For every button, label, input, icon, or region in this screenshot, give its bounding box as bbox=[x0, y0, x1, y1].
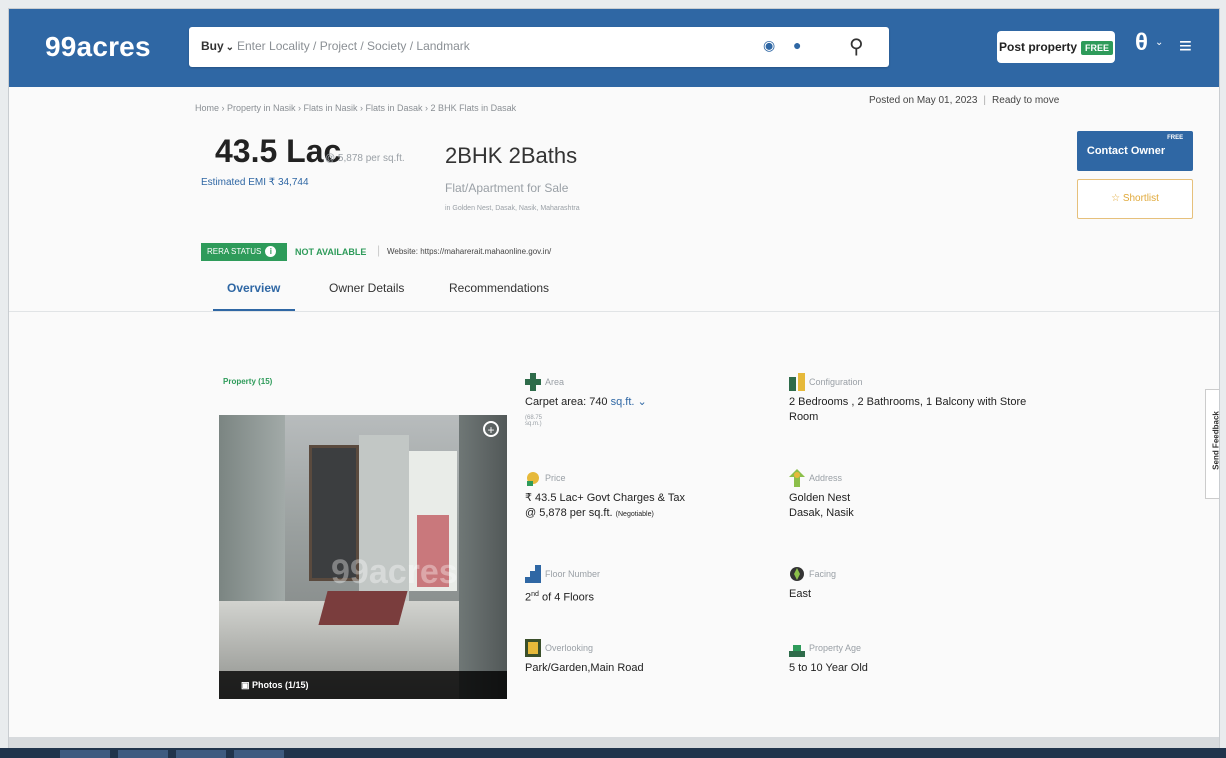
shortlist-label: Shortlist bbox=[1122, 193, 1159, 204]
floor-value: 2nd of 4 Floors bbox=[525, 587, 594, 606]
overlooking-icon bbox=[525, 639, 541, 657]
price-value: ₹ 43.5 Lac+ Govt Charges & Tax @ 5,878 pe… bbox=[525, 491, 685, 522]
location-icon[interactable]: ◉ bbox=[763, 37, 775, 54]
browser-page: 99acres Buy ⌄ Enter Locality / Project / … bbox=[8, 8, 1220, 750]
chevron-down-icon[interactable]: ⌄ bbox=[634, 396, 647, 408]
tab-recommendations[interactable]: Recommendations bbox=[449, 281, 549, 295]
area-value: Carpet area: 740 sq.ft. ⌄ bbox=[525, 395, 647, 410]
free-badge: FREE bbox=[1167, 135, 1184, 141]
photo-detail bbox=[318, 591, 408, 625]
detail-label: Floor Number bbox=[545, 569, 601, 579]
send-feedback-tab[interactable]: Send Feedback bbox=[1205, 389, 1220, 499]
user-icon[interactable]: θ bbox=[1135, 29, 1148, 57]
price-amount: 43.5 Lac bbox=[215, 133, 342, 169]
top-navbar: 99acres Buy ⌄ Enter Locality / Project / … bbox=[9, 9, 1219, 87]
facing-value: East bbox=[789, 588, 812, 600]
tabs-divider bbox=[9, 311, 1219, 312]
rera-label: RERA STATUS bbox=[207, 247, 262, 256]
site-logo[interactable]: 99acres bbox=[45, 31, 151, 63]
buy-dropdown[interactable]: Buy ⌄ bbox=[201, 39, 234, 53]
rate-text: @ 5,878 per sq.ft. bbox=[525, 507, 613, 519]
listing-location: in Golden Nest, Dasak, Nasik, Maharashtr… bbox=[445, 205, 580, 212]
property-photo[interactable]: 99acres + ▣ Photos (1/15) bbox=[219, 415, 507, 699]
photo-watermark: 99acres bbox=[331, 553, 458, 591]
posted-date: Posted on May 01, 2023 bbox=[869, 95, 978, 106]
address-line: Dasak, Nasik bbox=[789, 507, 854, 519]
mic-icon[interactable]: ● bbox=[793, 37, 801, 53]
tab-overview[interactable]: Overview bbox=[227, 281, 280, 295]
divider: | bbox=[983, 95, 987, 106]
config-title: 2BHK 2Baths bbox=[445, 143, 578, 168]
divider: | bbox=[377, 243, 381, 257]
price-rate-line: @ 5,878 per sq.ft. (Negotiable) bbox=[525, 506, 685, 522]
price-icon bbox=[527, 472, 539, 486]
sale-type: Flat/Apartment for Sale bbox=[445, 181, 569, 195]
area-icon bbox=[525, 373, 541, 391]
address-line: Golden Nest bbox=[789, 492, 851, 504]
detail-label: Overlooking bbox=[545, 643, 594, 653]
tab-owner-details[interactable]: Owner Details bbox=[329, 281, 404, 295]
contact-owner-label: Contact Owner bbox=[1086, 145, 1166, 157]
photos-count-text: Photos (1/15) bbox=[252, 680, 309, 690]
posted-info: Posted on May 01, 2023 | Ready to move bbox=[869, 95, 1059, 106]
chevron-down-icon[interactable]: ⌄ bbox=[1155, 37, 1163, 48]
address-icon bbox=[789, 469, 805, 487]
area-unit-dropdown[interactable]: sq.ft. bbox=[611, 396, 635, 408]
detail-label: Facing bbox=[809, 569, 837, 579]
price-line: ₹ 43.5 Lac+ Govt Charges & Tax bbox=[525, 492, 685, 504]
search-bar[interactable]: Buy ⌄ Enter Locality / Project / Society … bbox=[189, 27, 889, 67]
building-age-icon bbox=[789, 645, 805, 657]
rera-value: NOT AVAILABLE bbox=[295, 247, 367, 257]
buy-label: Buy bbox=[201, 39, 224, 53]
floor-total: of 4 Floors bbox=[538, 591, 594, 604]
taskbar-item[interactable] bbox=[234, 750, 284, 758]
negotiable-note: (Negotiable) bbox=[615, 511, 654, 518]
detail-label: Address bbox=[809, 473, 843, 483]
compass-icon bbox=[790, 567, 804, 581]
taskbar-item[interactable] bbox=[176, 750, 226, 758]
price-per-sqft: @ 5,878 per sq.ft. bbox=[325, 153, 405, 164]
feedback-label: Send Feedback bbox=[1211, 411, 1220, 470]
configuration-icon bbox=[789, 373, 805, 391]
detail-label: Configuration bbox=[809, 377, 863, 387]
chevron-down-icon: ⌄ bbox=[225, 42, 235, 53]
rera-website[interactable]: Website: https://maharerait.mahaonline.g… bbox=[387, 247, 551, 256]
area-conversion: (68.75 sq.m.) bbox=[525, 415, 543, 427]
search-input[interactable]: Enter Locality / Project / Society / Lan… bbox=[237, 39, 470, 53]
detail-label: Area bbox=[545, 377, 565, 387]
search-icon[interactable]: ⚲ bbox=[849, 34, 864, 59]
contact-owner-button[interactable]: Contact OwnerFREE bbox=[1077, 131, 1193, 171]
emi-link[interactable]: Estimated EMI ₹ 34,744 bbox=[201, 177, 309, 188]
os-taskbar bbox=[0, 748, 1226, 758]
zoom-icon[interactable]: + bbox=[483, 421, 499, 437]
floor-suffix: nd bbox=[531, 591, 539, 598]
configuration-value: 2 Bedrooms , 2 Bathrooms, 1 Balcony with… bbox=[789, 395, 1026, 425]
configuration-line: Room bbox=[789, 411, 819, 423]
taskbar-item[interactable] bbox=[60, 750, 110, 758]
menu-icon[interactable]: ≡ bbox=[1179, 33, 1192, 59]
gallery-icon: ▣ bbox=[241, 680, 250, 690]
star-icon: ☆ bbox=[1111, 193, 1121, 204]
photos-bar[interactable]: ▣ Photos (1/15) bbox=[219, 671, 507, 699]
carpet-area: Carpet area: 740 bbox=[525, 396, 608, 408]
rera-status-badge[interactable]: RERA STATUS i bbox=[201, 243, 287, 261]
address-value: Golden Nest Dasak, Nasik bbox=[789, 491, 854, 521]
property-age-value: 5 to 10 Year Old bbox=[789, 662, 868, 674]
taskbar-item[interactable] bbox=[118, 750, 168, 758]
overlooking-value: Park/Garden,Main Road bbox=[525, 662, 644, 674]
detail-label: Price bbox=[545, 473, 566, 483]
possession-status: Ready to move bbox=[992, 95, 1060, 106]
shortlist-button[interactable]: ☆ Shortlist bbox=[1077, 179, 1193, 219]
detail-label: Property Age bbox=[809, 643, 862, 653]
configuration-line: 2 Bedrooms , 2 Bathrooms, 1 Balcony with… bbox=[789, 396, 1027, 408]
photos-count: ▣ Photos (1/15) bbox=[241, 680, 309, 691]
info-icon[interactable]: i bbox=[265, 246, 277, 257]
breadcrumb[interactable]: Home › Property in Nasik › Flats in Nasi… bbox=[195, 103, 516, 113]
post-property-button[interactable]: Post property FREE bbox=[997, 31, 1115, 63]
photo-detail bbox=[459, 415, 507, 699]
post-property-label: Post property bbox=[998, 40, 1077, 54]
gallery-title: Property (15) bbox=[223, 377, 273, 386]
free-badge: FREE bbox=[1081, 40, 1114, 55]
floor-icon bbox=[525, 565, 541, 583]
